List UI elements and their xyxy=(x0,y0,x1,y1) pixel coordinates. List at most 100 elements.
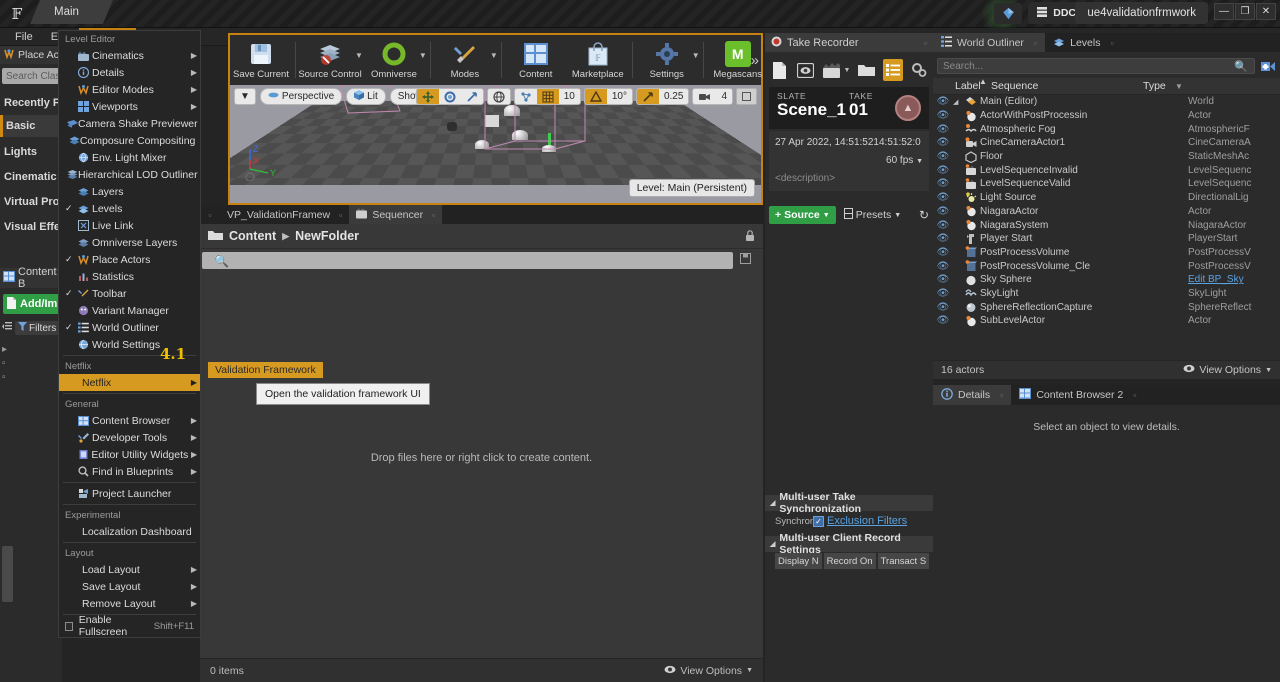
menu-item-toolbar[interactable]: ✓Toolbar xyxy=(59,285,200,302)
breadcrumb-newfolder[interactable]: NewFolder xyxy=(295,229,359,243)
submenu-item-validation-framework[interactable]: Validation Framework xyxy=(208,362,323,378)
level-viewport[interactable]: ▼ Perspective Lit Show xyxy=(228,85,763,205)
fullscreen-checkbox[interactable] xyxy=(65,622,73,631)
table-row[interactable]: 👁 SphereReflectionCaptureSphereReflect xyxy=(933,300,1280,314)
toolbar-overflow-button[interactable]: » xyxy=(751,52,759,69)
tab-close-icon[interactable]: ▫ xyxy=(1034,38,1037,48)
tab-close-icon[interactable]: ▫ xyxy=(1110,38,1113,48)
visibility-eye-icon[interactable]: 👁 xyxy=(933,247,953,258)
camera-speed-value[interactable]: 4 xyxy=(716,88,732,105)
scale-snap-toggle[interactable] xyxy=(637,88,659,105)
world-space-toggle[interactable] xyxy=(488,88,510,105)
category-cinematic[interactable]: Cinematic xyxy=(0,166,62,188)
column-transact[interactable]: Transact S xyxy=(878,553,930,569)
modes-button[interactable]: Modes xyxy=(434,35,496,85)
menu-item-levels[interactable]: ✓Levels xyxy=(59,200,200,217)
menu-item-remove-layout[interactable]: Remove Layout ▶ xyxy=(59,595,200,612)
table-row[interactable]: 👁 Sky SphereEdit BP_Sky xyxy=(933,273,1280,287)
outliner-view-options-button[interactable]: View Options ▼ xyxy=(1183,364,1272,376)
tree-row[interactable]: ▫ xyxy=(2,370,60,384)
menu-item-camera-shake-previewer[interactable]: Camera Shake Previewer xyxy=(59,115,200,132)
source-control-dropdown-arrow[interactable]: ▼ xyxy=(355,51,363,70)
table-row[interactable]: 👁 PostProcessVolumePostProcessV xyxy=(933,246,1280,260)
menu-item-variant-manager[interactable]: Variant Manager xyxy=(59,302,200,319)
source-control-button[interactable]: Source Control xyxy=(299,35,361,85)
select-translate-tool[interactable] xyxy=(417,88,439,105)
collapse-tree-icon[interactable] xyxy=(2,321,13,335)
take-recorder-tab[interactable]: Take Recorder ▫ xyxy=(765,33,933,52)
scale-snap-value[interactable]: 0.25 xyxy=(659,88,688,105)
menu-item-netflix[interactable]: Netflix ▶ xyxy=(59,374,200,391)
take-description-input[interactable]: <description> xyxy=(775,173,835,184)
category-lights[interactable]: Lights xyxy=(0,141,62,163)
visibility-eye-icon[interactable]: 👁 xyxy=(933,110,953,121)
maximize-viewport-button[interactable] xyxy=(736,88,757,105)
tab-sequencer[interactable]: Sequencer ▫ xyxy=(349,205,442,224)
viewport-options-button[interactable]: ▼ xyxy=(234,88,256,105)
visibility-eye-icon[interactable]: 👁 xyxy=(933,302,953,313)
multiuser-client-record-section[interactable]: ◢ Multi-user Client Record Settings xyxy=(765,535,933,552)
table-row[interactable]: 👁 Light SourceDirectionalLig xyxy=(933,191,1280,205)
menu-item-editor-utility-widgets[interactable]: Editor Utility Widgets▶ xyxy=(59,446,200,463)
visibility-eye-icon[interactable]: 👁 xyxy=(933,288,953,299)
visibility-eye-icon[interactable]: 👁 xyxy=(933,206,953,217)
minimize-button[interactable]: — xyxy=(1214,3,1234,20)
visibility-eye-icon[interactable]: 👁 xyxy=(933,192,953,203)
fps-dropdown[interactable]: 60 fps ▼ xyxy=(886,155,923,166)
menu-item-developer-tools[interactable]: Developer Tools▶ xyxy=(59,429,200,446)
open-folder-icon[interactable] xyxy=(856,59,876,81)
slate-value-input[interactable]: Scene_1 xyxy=(777,100,846,120)
settings-dropdown-arrow[interactable]: ▼ xyxy=(692,51,700,70)
menu-item-world-outliner[interactable]: ✓World Outliner xyxy=(59,319,200,336)
clapperboard-icon[interactable] xyxy=(821,59,841,81)
content-browser-tab-left[interactable]: Content B xyxy=(0,268,62,288)
new-take-icon[interactable] xyxy=(769,59,789,81)
synchronize-checkbox[interactable]: ✓ xyxy=(813,516,824,527)
rotation-snap-value[interactable]: 10° xyxy=(607,88,632,105)
visibility-eye-icon[interactable]: 👁 xyxy=(933,274,953,285)
place-actors-tab[interactable]: Place Act xyxy=(0,46,62,64)
tab-close-icon[interactable]: ▫ xyxy=(432,210,435,220)
menu-item-statistics[interactable]: Statistics xyxy=(59,268,200,285)
visibility-eye-icon[interactable]: 👁 xyxy=(933,315,953,326)
filters-button[interactable]: Filters xyxy=(15,321,59,335)
tab-world-outliner[interactable]: World Outliner ▫ xyxy=(933,33,1045,52)
column-record-on[interactable]: Record On xyxy=(824,553,876,569)
category-visual-effects[interactable]: Visual Effect xyxy=(0,216,62,238)
menu-item-editor-modes[interactable]: Editor Modes▶ xyxy=(59,81,200,98)
column-type-header[interactable]: Type ▼ xyxy=(1143,80,1280,92)
column-display-name[interactable]: Display N xyxy=(775,553,822,569)
tab-close-icon[interactable]: ▫ xyxy=(1000,390,1003,400)
save-current-button[interactable]: Save Current xyxy=(230,35,292,85)
perspective-button[interactable]: Perspective xyxy=(260,88,342,105)
reset-icon[interactable]: ↻ xyxy=(919,208,929,222)
tab-levels[interactable]: Levels ▫ xyxy=(1045,33,1122,52)
category-recently-placed[interactable]: Recently Pla xyxy=(0,92,62,114)
review-take-icon[interactable] xyxy=(795,59,815,81)
project-tab[interactable]: Main xyxy=(30,0,113,24)
table-row[interactable]: 👁 NiagaraActorActor xyxy=(933,205,1280,219)
menu-item-viewports[interactable]: Viewports▶ xyxy=(59,98,200,115)
menu-item-load-layout[interactable]: Load Layout ▶ xyxy=(59,561,200,578)
menu-item-place-actors[interactable]: ✓Place Actors xyxy=(59,251,200,268)
menu-item-project-launcher[interactable]: Project Launcher xyxy=(59,485,200,502)
menu-item-content-browser[interactable]: Content Browser▶ xyxy=(59,412,200,429)
omniverse-dropdown-arrow[interactable]: ▼ xyxy=(419,51,427,70)
visibility-eye-icon[interactable]: 👁 xyxy=(933,137,953,148)
table-row[interactable]: 👁 FloorStaticMeshAc xyxy=(933,150,1280,164)
table-row[interactable]: 👁 Atmospheric FogAtmosphericF xyxy=(933,122,1280,136)
left-panel-scrollbar[interactable] xyxy=(2,546,13,602)
add-source-button[interactable]: + Source ▼ xyxy=(769,206,836,224)
megascans-button[interactable]: M Megascans xyxy=(707,35,769,85)
table-row[interactable]: 👁 SkyLightSkyLight xyxy=(933,287,1280,301)
take-value-input[interactable]: 01 xyxy=(849,100,868,120)
clapperboard-dropdown-arrow[interactable]: ▼ xyxy=(844,67,851,74)
tab-content-browser-2[interactable]: Content Browser 2 ▫ xyxy=(1011,385,1144,405)
camera-speed-icon[interactable] xyxy=(693,88,716,105)
scale-tool[interactable] xyxy=(461,88,483,105)
visibility-eye-icon[interactable]: 👁 xyxy=(933,220,953,231)
unreal-badge-icon[interactable] xyxy=(994,3,1022,24)
view-mode-lit-button[interactable]: Lit xyxy=(346,88,386,105)
visibility-eye-icon[interactable]: 👁 xyxy=(933,151,953,162)
grid-snap-value[interactable]: 10 xyxy=(559,88,580,105)
